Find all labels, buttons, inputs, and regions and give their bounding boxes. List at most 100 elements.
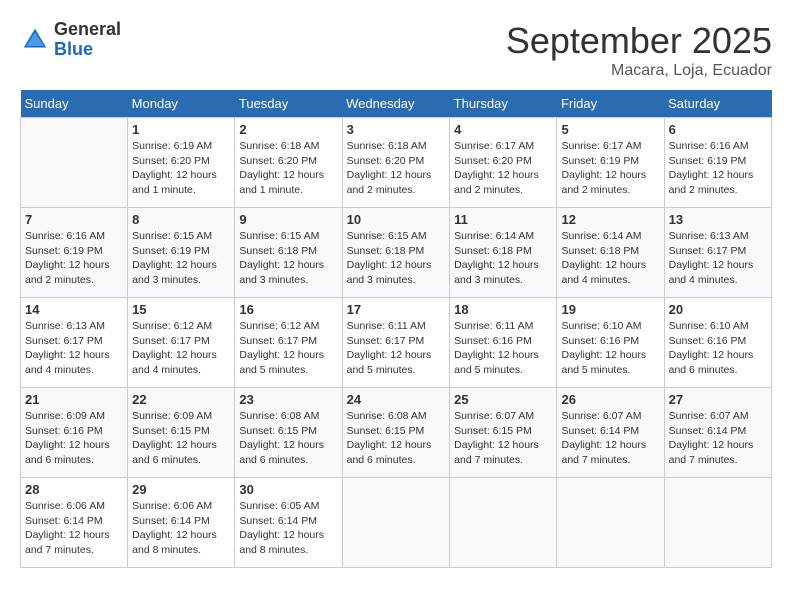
day-info: Sunrise: 6:10 AM Sunset: 6:16 PM Dayligh… (561, 319, 659, 378)
day-info: Sunrise: 6:07 AM Sunset: 6:14 PM Dayligh… (669, 409, 767, 468)
calendar-week-row: 1 Sunrise: 6:19 AM Sunset: 6:20 PM Daylig… (21, 118, 772, 208)
calendar-cell: 24 Sunrise: 6:08 AM Sunset: 6:15 PM Dayli… (342, 388, 450, 478)
calendar-table: SundayMondayTuesdayWednesdayThursdayFrid… (20, 90, 772, 568)
calendar-cell: 22 Sunrise: 6:09 AM Sunset: 6:15 PM Dayli… (128, 388, 235, 478)
day-info: Sunrise: 6:12 AM Sunset: 6:17 PM Dayligh… (239, 319, 337, 378)
day-number: 26 (561, 392, 659, 407)
col-header-wednesday: Wednesday (342, 90, 450, 118)
day-number: 12 (561, 212, 659, 227)
calendar-cell: 30 Sunrise: 6:05 AM Sunset: 6:14 PM Dayli… (235, 478, 342, 568)
calendar-week-row: 7Sunrise: 6:16 AM Sunset: 6:19 PM Daylig… (21, 208, 772, 298)
day-number: 4 (454, 122, 552, 137)
col-header-sunday: Sunday (21, 90, 128, 118)
calendar-cell: 6Sunrise: 6:16 AM Sunset: 6:19 PM Daylig… (664, 118, 771, 208)
day-info: Sunrise: 6:15 AM Sunset: 6:19 PM Dayligh… (132, 229, 230, 288)
calendar-cell: 23 Sunrise: 6:08 AM Sunset: 6:15 PM Dayli… (235, 388, 342, 478)
calendar-cell: 15 Sunrise: 6:12 AM Sunset: 6:17 PM Dayli… (128, 298, 235, 388)
calendar-cell: 3 Sunrise: 6:18 AM Sunset: 6:20 PM Daylig… (342, 118, 450, 208)
col-header-tuesday: Tuesday (235, 90, 342, 118)
calendar-cell: 2 Sunrise: 6:18 AM Sunset: 6:20 PM Daylig… (235, 118, 342, 208)
month-title: September 2025 (506, 20, 772, 62)
calendar-cell: 1 Sunrise: 6:19 AM Sunset: 6:20 PM Daylig… (128, 118, 235, 208)
calendar-cell: 7Sunrise: 6:16 AM Sunset: 6:19 PM Daylig… (21, 208, 128, 298)
calendar-cell: 16 Sunrise: 6:12 AM Sunset: 6:17 PM Dayli… (235, 298, 342, 388)
col-header-thursday: Thursday (450, 90, 557, 118)
logo: General Blue (20, 20, 121, 60)
calendar-cell: 25 Sunrise: 6:07 AM Sunset: 6:15 PM Dayli… (450, 388, 557, 478)
calendar-cell: 18 Sunrise: 6:11 AM Sunset: 6:16 PM Dayli… (450, 298, 557, 388)
calendar-cell: 19 Sunrise: 6:10 AM Sunset: 6:16 PM Dayli… (557, 298, 664, 388)
title-block: September 2025 Macara, Loja, Ecuador (506, 20, 772, 80)
day-info: Sunrise: 6:13 AM Sunset: 6:17 PM Dayligh… (669, 229, 767, 288)
calendar-cell: 4Sunrise: 6:17 AM Sunset: 6:20 PM Daylig… (450, 118, 557, 208)
page-header: General Blue September 2025 Macara, Loja… (20, 20, 772, 80)
day-number: 30 (239, 482, 337, 497)
day-number: 24 (347, 392, 446, 407)
calendar-cell (342, 478, 450, 568)
day-number: 20 (669, 302, 767, 317)
day-info: Sunrise: 6:09 AM Sunset: 6:16 PM Dayligh… (25, 409, 123, 468)
logo-icon (20, 25, 50, 55)
calendar-cell: 14 Sunrise: 6:13 AM Sunset: 6:17 PM Dayli… (21, 298, 128, 388)
day-info: Sunrise: 6:11 AM Sunset: 6:16 PM Dayligh… (454, 319, 552, 378)
day-info: Sunrise: 6:13 AM Sunset: 6:17 PM Dayligh… (25, 319, 123, 378)
day-info: Sunrise: 6:07 AM Sunset: 6:14 PM Dayligh… (561, 409, 659, 468)
day-number: 18 (454, 302, 552, 317)
day-number: 28 (25, 482, 123, 497)
day-info: Sunrise: 6:08 AM Sunset: 6:15 PM Dayligh… (347, 409, 446, 468)
day-info: Sunrise: 6:17 AM Sunset: 6:19 PM Dayligh… (561, 139, 659, 198)
day-info: Sunrise: 6:15 AM Sunset: 6:18 PM Dayligh… (347, 229, 446, 288)
calendar-week-row: 21 Sunrise: 6:09 AM Sunset: 6:16 PM Dayli… (21, 388, 772, 478)
day-number: 29 (132, 482, 230, 497)
day-number: 3 (347, 122, 446, 137)
day-number: 14 (25, 302, 123, 317)
col-header-friday: Friday (557, 90, 664, 118)
calendar-week-row: 28 Sunrise: 6:06 AM Sunset: 6:14 PM Dayli… (21, 478, 772, 568)
day-number: 16 (239, 302, 337, 317)
day-info: Sunrise: 6:09 AM Sunset: 6:15 PM Dayligh… (132, 409, 230, 468)
calendar-cell (21, 118, 128, 208)
day-number: 5 (561, 122, 659, 137)
day-number: 23 (239, 392, 337, 407)
calendar-cell: 5 Sunrise: 6:17 AM Sunset: 6:19 PM Daylig… (557, 118, 664, 208)
logo-blue-text: Blue (54, 40, 121, 60)
calendar-cell: 10 Sunrise: 6:15 AM Sunset: 6:18 PM Dayli… (342, 208, 450, 298)
calendar-cell: 21 Sunrise: 6:09 AM Sunset: 6:16 PM Dayli… (21, 388, 128, 478)
location-subtitle: Macara, Loja, Ecuador (506, 62, 772, 80)
calendar-week-row: 14 Sunrise: 6:13 AM Sunset: 6:17 PM Dayli… (21, 298, 772, 388)
calendar-cell: 11 Sunrise: 6:14 AM Sunset: 6:18 PM Dayli… (450, 208, 557, 298)
day-info: Sunrise: 6:07 AM Sunset: 6:15 PM Dayligh… (454, 409, 552, 468)
day-info: Sunrise: 6:19 AM Sunset: 6:20 PM Dayligh… (132, 139, 230, 198)
day-number: 1 (132, 122, 230, 137)
day-number: 15 (132, 302, 230, 317)
calendar-cell (664, 478, 771, 568)
day-number: 9 (239, 212, 337, 227)
day-number: 25 (454, 392, 552, 407)
calendar-cell: 17Sunrise: 6:11 AM Sunset: 6:17 PM Dayli… (342, 298, 450, 388)
day-number: 6 (669, 122, 767, 137)
day-info: Sunrise: 6:06 AM Sunset: 6:14 PM Dayligh… (132, 499, 230, 558)
col-header-saturday: Saturday (664, 90, 771, 118)
day-info: Sunrise: 6:18 AM Sunset: 6:20 PM Dayligh… (347, 139, 446, 198)
day-info: Sunrise: 6:08 AM Sunset: 6:15 PM Dayligh… (239, 409, 337, 468)
day-number: 22 (132, 392, 230, 407)
day-number: 2 (239, 122, 337, 137)
calendar-cell: 27 Sunrise: 6:07 AM Sunset: 6:14 PM Dayli… (664, 388, 771, 478)
calendar-cell (450, 478, 557, 568)
day-number: 27 (669, 392, 767, 407)
day-number: 11 (454, 212, 552, 227)
day-info: Sunrise: 6:16 AM Sunset: 6:19 PM Dayligh… (25, 229, 123, 288)
calendar-cell: 20 Sunrise: 6:10 AM Sunset: 6:16 PM Dayli… (664, 298, 771, 388)
day-number: 10 (347, 212, 446, 227)
day-info: Sunrise: 6:06 AM Sunset: 6:14 PM Dayligh… (25, 499, 123, 558)
day-info: Sunrise: 6:10 AM Sunset: 6:16 PM Dayligh… (669, 319, 767, 378)
day-info: Sunrise: 6:18 AM Sunset: 6:20 PM Dayligh… (239, 139, 337, 198)
calendar-header-row: SundayMondayTuesdayWednesdayThursdayFrid… (21, 90, 772, 118)
calendar-cell: 9Sunrise: 6:15 AM Sunset: 6:18 PM Daylig… (235, 208, 342, 298)
day-number: 17 (347, 302, 446, 317)
day-info: Sunrise: 6:12 AM Sunset: 6:17 PM Dayligh… (132, 319, 230, 378)
day-info: Sunrise: 6:05 AM Sunset: 6:14 PM Dayligh… (239, 499, 337, 558)
day-info: Sunrise: 6:14 AM Sunset: 6:18 PM Dayligh… (454, 229, 552, 288)
day-number: 19 (561, 302, 659, 317)
day-number: 21 (25, 392, 123, 407)
